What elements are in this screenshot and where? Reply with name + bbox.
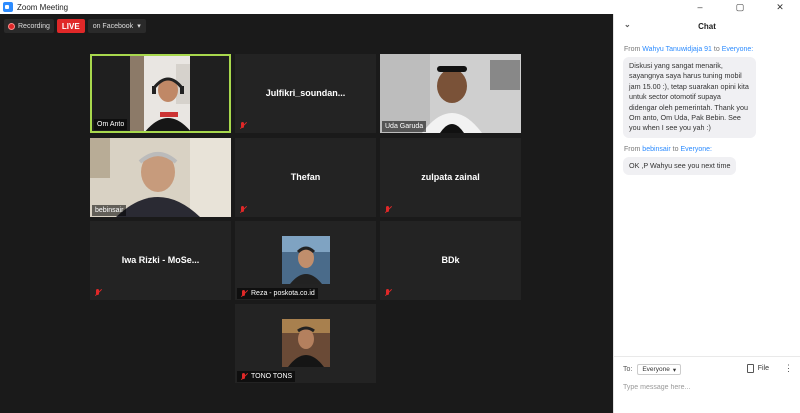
participant-name-label: bebinsair — [92, 205, 127, 216]
recipient-name: Everyone: — [680, 145, 712, 153]
muted-mic-icon — [384, 289, 392, 297]
participant-name: Iwa Rizki - MoSe... — [121, 255, 200, 265]
chat-compose-area: To: Everyone ▾ File ⋮ — [614, 356, 800, 413]
live-badge: LIVE — [56, 19, 85, 33]
chat-title: Chat — [698, 21, 716, 31]
participant-tile-iwa-rizki[interactable]: Iwa Rizki - MoSe... — [90, 221, 231, 300]
recipient-row: To: Everyone ▾ — [623, 364, 682, 375]
from-prefix: From — [624, 46, 641, 53]
stream-target-label: on Facebook — [92, 22, 134, 30]
chevron-down-icon: ▾ — [672, 366, 677, 374]
participant-profile-photo — [282, 236, 330, 284]
message-sender-line: From bebinsair to Everyone: — [624, 146, 800, 153]
chat-message: Diskusi yang sangat menarik, sayangnya s… — [623, 57, 756, 138]
participant-tile-tono-tons[interactable]: TONO TONS — [235, 304, 376, 383]
participant-profile-photo — [282, 319, 330, 367]
participant-tile-bdk[interactable]: BDk — [380, 221, 521, 300]
file-label: File — [757, 365, 769, 372]
muted-mic-icon — [239, 122, 247, 130]
sender-name[interactable]: bebinsair — [642, 146, 670, 153]
participant-tile-zulpata-zainal[interactable]: zulpata zainal — [380, 138, 521, 217]
file-icon — [746, 364, 754, 373]
participant-name: Uda Garuda — [385, 123, 424, 130]
participant-name: BDk — [441, 255, 460, 265]
title-bar: Zoom Meeting – ▢ ✕ — [0, 0, 800, 14]
participant-tile-uda-garuda[interactable]: Uda Garuda — [380, 54, 521, 133]
muted-mic-icon — [240, 289, 248, 298]
participant-name: Julfikri_soundan... — [265, 88, 346, 98]
participant-tile-om-anto[interactable]: Om Anto — [90, 54, 231, 133]
participant-name-label: Uda Garuda — [382, 121, 427, 132]
participant-name: zulpata zainal — [421, 172, 480, 182]
file-button[interactable]: File — [746, 364, 769, 373]
chat-header: ⌄ Chat — [614, 14, 800, 38]
from-prefix: From — [624, 145, 641, 153]
recording-bar: Recording LIVE on Facebook ▾ — [4, 18, 146, 34]
participant-name-label: TONO TONS — [237, 371, 296, 382]
chevron-down-icon[interactable]: ⌄ — [624, 20, 631, 29]
participant-name: Reza - poskota.co.id — [251, 290, 315, 297]
zoom-app-icon — [3, 2, 13, 12]
recipient-select[interactable]: Everyone ▾ — [637, 364, 682, 375]
participant-name-label: Reza - poskota.co.id — [237, 288, 318, 299]
record-icon — [8, 22, 15, 30]
recording-label: Recording — [18, 22, 50, 30]
to-label: To: — [623, 366, 633, 373]
participant-name: bebinsair — [95, 207, 124, 214]
chevron-down-icon: ▾ — [137, 23, 141, 30]
muted-mic-icon — [239, 206, 247, 214]
to-word: to — [672, 145, 679, 153]
participant-tile-reza[interactable]: Reza - poskota.co.id — [235, 221, 376, 300]
participant-name: Thefan — [290, 172, 321, 182]
recipient-value: Everyone — [642, 366, 670, 373]
close-button[interactable]: ✕ — [760, 0, 800, 14]
muted-mic-icon — [240, 372, 248, 381]
recipient-name: Everyone: — [721, 46, 754, 53]
participant-name: TONO TONS — [251, 373, 293, 380]
recording-indicator[interactable]: Recording — [4, 19, 54, 33]
chat-message: OK ,P Wahyu see you next time — [623, 156, 737, 176]
participant-name: Om Anto — [97, 121, 125, 128]
sender-name[interactable]: Wahyu Tanuwidjaja 91 — [642, 46, 712, 53]
chat-message-input[interactable] — [623, 381, 793, 393]
maximize-button[interactable]: ▢ — [720, 0, 760, 14]
minimize-button[interactable]: – — [680, 0, 720, 14]
more-options-icon[interactable]: ⋮ — [784, 363, 793, 374]
participant-tile-bebinsair[interactable]: bebinsair — [90, 138, 231, 217]
stream-target-dropdown[interactable]: on Facebook ▾ — [87, 19, 146, 33]
message-sender-line: From Wahyu Tanuwidjaja 91 to Everyone: — [624, 46, 800, 53]
participant-tile-thefan[interactable]: Thefan — [235, 138, 376, 217]
muted-mic-icon — [384, 206, 392, 214]
video-gallery: Recording LIVE on Facebook ▾ Om Anto Jul… — [0, 14, 613, 413]
participant-tile-julfikri[interactable]: Julfikri_soundan... — [235, 54, 376, 133]
to-word: to — [713, 46, 720, 53]
window-title: Zoom Meeting — [17, 2, 69, 12]
chat-panel: ⌄ Chat From Wahyu Tanuwidjaja 91 to Ever… — [613, 14, 800, 413]
muted-mic-icon — [94, 289, 102, 297]
participant-name-label: Om Anto — [94, 119, 128, 130]
